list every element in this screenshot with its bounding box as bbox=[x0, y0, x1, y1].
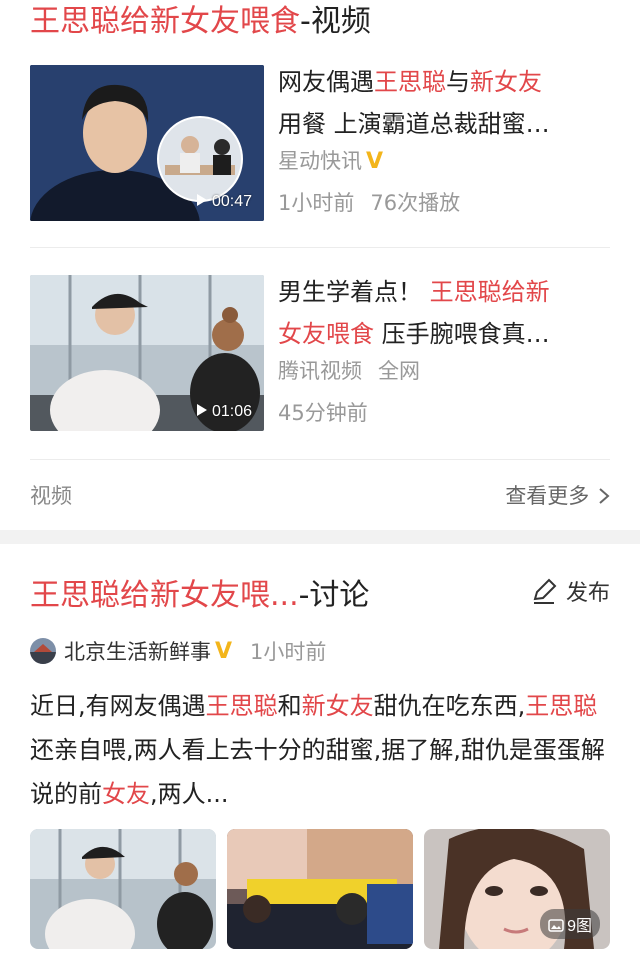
author-name[interactable]: 北京生活新鲜事 bbox=[64, 636, 211, 666]
divider bbox=[30, 459, 610, 460]
video-thumbnail[interactable]: 01:06 bbox=[30, 275, 264, 431]
image-count-badge: 9图 bbox=[540, 909, 600, 939]
publish-button[interactable]: 发布 bbox=[530, 575, 610, 607]
video-thumbnail[interactable]: 00:47 bbox=[30, 65, 264, 221]
post-author-row[interactable]: 北京生活新鲜事 V 1小时前 bbox=[30, 636, 326, 666]
video-title[interactable]: 男生学着点！ 王思聪给新 女友喂食 压手腕喂食真… bbox=[278, 271, 608, 355]
post-time: 1小时前 bbox=[250, 640, 327, 664]
video-source: 腾讯视频 全网 bbox=[278, 359, 420, 383]
post-image[interactable] bbox=[227, 829, 413, 949]
video-duration: 01:06 bbox=[196, 403, 252, 421]
video-footer-label: 视频 bbox=[30, 484, 72, 508]
verified-badge-icon: V bbox=[215, 638, 233, 664]
post-text[interactable]: 近日,有网友偶遇王思聪和新女友甜仇在吃东西,王思聪还亲自喂,两人看上去十分的甜蜜… bbox=[30, 684, 610, 816]
chevron-right-icon bbox=[599, 488, 610, 504]
video-source: 星动快讯 V bbox=[278, 149, 384, 174]
section-gap bbox=[0, 530, 640, 544]
play-icon bbox=[196, 194, 207, 206]
verified-badge-icon: V bbox=[366, 149, 384, 174]
video-item[interactable]: 00:47 网友偶遇王思聪与新女友 用餐 上演霸道总裁甜蜜… 星动快讯 V 1小时… bbox=[30, 65, 610, 225]
view-more-link[interactable]: 查看更多 bbox=[505, 480, 610, 510]
image-icon bbox=[548, 919, 564, 932]
video-duration: 00:47 bbox=[196, 193, 252, 211]
post-image-grid: 9图 bbox=[30, 829, 610, 949]
pencil-icon bbox=[533, 578, 557, 604]
play-icon bbox=[196, 404, 207, 416]
video-section: 王思聪给新女友喂食-视频 00:47 网友偶遇王思聪与新女友 用餐 上演霸道总裁… bbox=[0, 0, 640, 530]
video-stats: 1小时前 76次播放 bbox=[278, 191, 461, 215]
video-section-title[interactable]: 王思聪给新女友喂食-视频 bbox=[30, 2, 371, 42]
post-image[interactable]: 9图 bbox=[424, 829, 610, 949]
avatar[interactable] bbox=[30, 638, 56, 664]
video-time: 45分钟前 bbox=[278, 401, 368, 425]
video-item[interactable]: 01:06 男生学着点！ 王思聪给新 女友喂食 压手腕喂食真… 腾讯视频 全网 4… bbox=[30, 275, 610, 435]
post-image[interactable] bbox=[30, 829, 216, 949]
discussion-section-title[interactable]: 王思聪给新女友喂...-讨论 bbox=[30, 576, 369, 616]
divider bbox=[30, 247, 610, 248]
video-title[interactable]: 网友偶遇王思聪与新女友 用餐 上演霸道总裁甜蜜… bbox=[278, 61, 608, 145]
